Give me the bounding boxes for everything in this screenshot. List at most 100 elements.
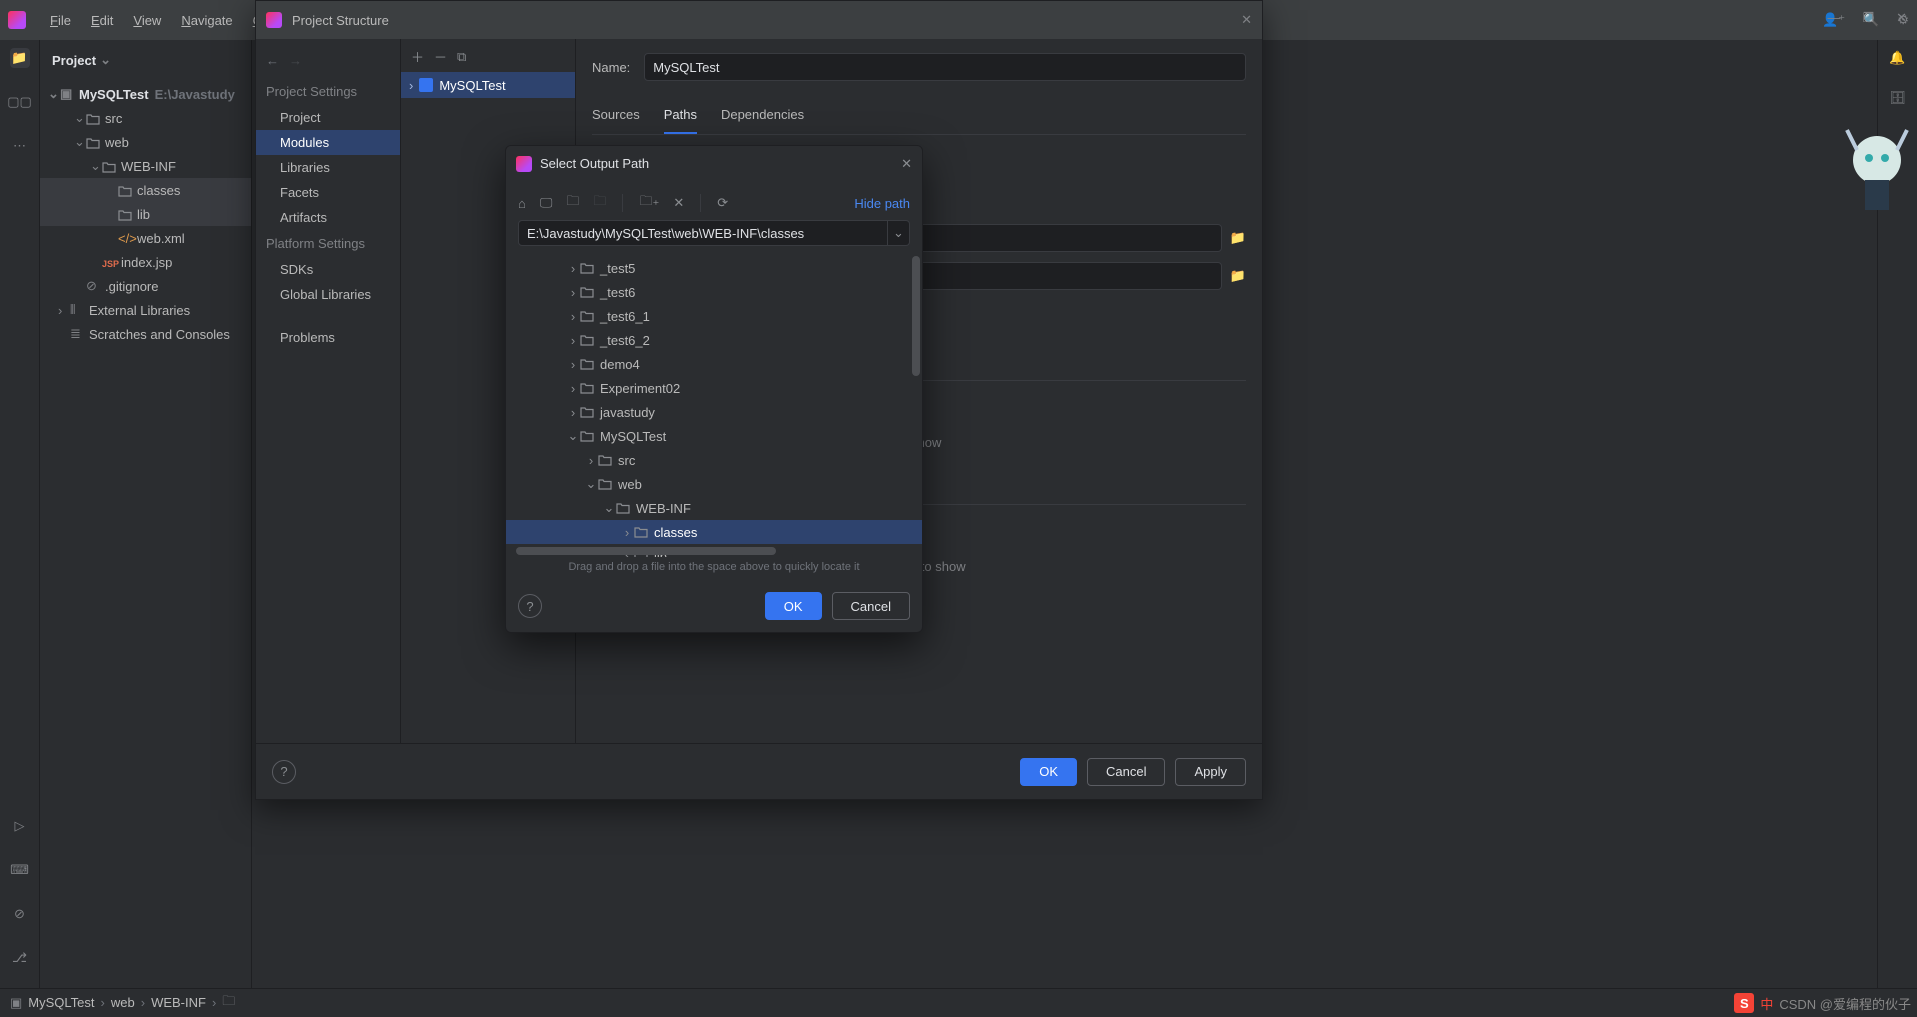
ps-nav-project[interactable]: Project [256,105,400,130]
crumb-module-icon: ▣ [10,995,22,1011]
sop-tree-item[interactable]: ›classes [506,520,922,544]
run-tool-icon[interactable]: ▷ [10,816,30,836]
sop-path-input[interactable] [518,220,888,246]
sop-ok-button[interactable]: OK [765,592,822,620]
tree-item[interactable]: lib [40,202,251,226]
horizontal-scrollbar[interactable] [516,547,776,555]
tree-item[interactable]: classes [40,178,251,202]
ps-apply-button[interactable]: Apply [1175,758,1246,786]
tab-paths[interactable]: Paths [664,101,697,134]
desktop-icon[interactable]: 🖵 [540,195,553,211]
nav-back-icon[interactable]: ← [266,53,279,68]
ps-nav-global-libraries[interactable]: Global Libraries [256,282,400,307]
tree-item[interactable]: ⌄WEB-INF [40,154,251,178]
minimize-icon[interactable]: — [1827,10,1840,26]
help-icon[interactable]: ? [272,760,296,784]
caret-icon: › [566,357,580,372]
tree-item[interactable]: ≣Scratches and Consoles [40,322,251,346]
sop-tree-item[interactable]: › demo4 [506,352,922,376]
select-output-path-dialog: Select Output Path ✕ ⌂ 🖵 🗀 🗀 🗀₊ ✕ ⟳ Hide… [505,145,923,633]
notifications-icon[interactable]: 🔔 [1889,50,1905,66]
project-panel-header[interactable]: Project ⌄ [40,40,251,80]
ime-sogou-icon[interactable]: S [1734,993,1754,1013]
project-root-icon[interactable]: 🗀 [566,192,579,214]
ps-cancel-button[interactable]: Cancel [1087,758,1165,786]
add-icon[interactable]: ＋ [411,47,424,66]
ps-title: Project Structure [292,13,389,28]
menu-file[interactable]: File [42,9,79,32]
structure-tool-icon[interactable]: ▢▢ [10,92,30,112]
sop-tree-item[interactable]: ›_test6_1 [506,304,922,328]
maximize-icon[interactable]: ❐ [1862,10,1874,26]
tree-item[interactable]: </>web.xml [40,226,251,250]
hide-path-link[interactable]: Hide path [854,196,910,211]
folder-icon [580,333,594,347]
breadcrumb[interactable]: MySQLTest [28,995,94,1010]
sop-item-label: demo4 [600,357,640,372]
sop-tree-item[interactable]: ›src [506,448,922,472]
breadcrumb[interactable]: WEB-INF [151,995,206,1010]
tree-item[interactable]: ⌄web [40,130,251,154]
browse-folder-icon[interactable]: 📁 [1230,268,1246,284]
ps-nav-sdks[interactable]: SDKs [256,257,400,282]
module-row[interactable]: › MySQLTest [401,72,575,98]
module-icon [419,78,433,92]
close-icon[interactable]: ✕ [1896,10,1907,26]
sop-tree-item[interactable]: ⌄WEB-INF [506,496,922,520]
tree-item[interactable]: ⌄src [40,106,251,130]
browse-folder-icon[interactable]: 📁 [1230,230,1246,246]
path-dropdown-icon[interactable]: ⌄ [888,220,910,246]
tree-root[interactable]: ⌄ ▣ MySQLTest E:\Javastudy [40,82,251,106]
sop-tree-item[interactable]: ›Experiment02 [506,376,922,400]
sop-tree-item[interactable]: ›_test6 [506,280,922,304]
sop-tree-item[interactable]: ›_test5 [506,256,922,280]
chevron-down-icon: ⌄ [100,52,111,68]
ps-nav-libraries[interactable]: Libraries [256,155,400,180]
ps-nav-problems[interactable]: Problems [256,325,400,350]
vertical-scrollbar[interactable] [912,256,920,376]
menu-navigate[interactable]: Navigate [173,9,240,32]
sop-titlebar[interactable]: Select Output Path ✕ [506,146,922,182]
caret-icon: ⌄ [584,476,598,492]
sop-close-icon[interactable]: ✕ [901,156,912,172]
sop-tree-item[interactable]: ›javastudy [506,400,922,424]
sop-tree-item[interactable]: ›_test6_2 [506,328,922,352]
new-folder-icon[interactable]: 🗀₊ [639,192,659,214]
help-icon[interactable]: ? [518,594,542,618]
project-tree[interactable]: ⌄ ▣ MySQLTest E:\Javastudy ⌄src⌄web⌄WEB-… [40,80,251,348]
tree-item[interactable]: ⊘.gitignore [40,274,251,298]
module-root-icon[interactable]: 🗀 [593,192,606,214]
ps-close-icon[interactable]: ✕ [1241,12,1252,28]
home-icon[interactable]: ⌂ [518,196,526,211]
problems-tool-icon[interactable]: ⊘ [10,904,30,924]
tree-item[interactable]: ›⫴External Libraries [40,298,251,322]
git-tool-icon[interactable]: ⎇ [10,948,30,968]
folder-icon [102,158,116,174]
menu-view[interactable]: View [125,9,169,32]
project-tool-icon[interactable]: 📁 [10,48,30,68]
ps-ok-button[interactable]: OK [1020,758,1077,786]
nav-forward-icon[interactable]: → [289,53,302,68]
refresh-icon[interactable]: ⟳ [717,195,728,211]
module-name-input[interactable] [644,53,1246,81]
caret-icon: ⌄ [48,86,60,102]
tree-item[interactable]: JSPindex.jsp [40,250,251,274]
tab-dependencies[interactable]: Dependencies [721,101,804,134]
sop-cancel-button[interactable]: Cancel [832,592,910,620]
ps-titlebar[interactable]: Project Structure ✕ [256,1,1262,39]
more-tool-icon[interactable]: ⋯ [10,136,30,156]
menu-edit[interactable]: Edit [83,9,121,32]
breadcrumb[interactable]: web [111,995,135,1010]
sop-tree-item[interactable]: ⌄web [506,472,922,496]
database-icon[interactable]: 🗄 [1889,90,1906,106]
terminal-tool-icon[interactable]: ⌨ [10,860,30,880]
remove-icon[interactable]: － [434,47,447,66]
ps-nav-modules[interactable]: Modules [256,130,400,155]
tab-sources[interactable]: Sources [592,101,640,134]
delete-icon[interactable]: ✕ [673,195,684,211]
copy-icon[interactable]: ⧉ [457,49,466,65]
sop-tree-item[interactable]: ⌄MySQLTest [506,424,922,448]
ps-nav-facets[interactable]: Facets [256,180,400,205]
ps-nav-artifacts[interactable]: Artifacts [256,205,400,230]
sop-tree[interactable]: ›_test5›_test6›_test6_1›_test6_2 › demo4 ›E… [506,252,922,557]
